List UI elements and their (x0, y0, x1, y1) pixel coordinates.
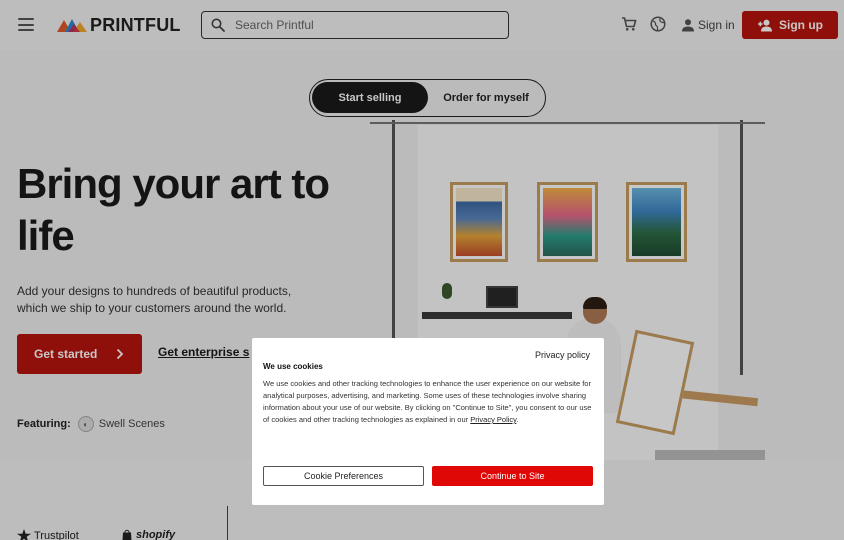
cookie-dialog-body: We use cookies and other tracking techno… (263, 378, 596, 426)
continue-to-site-button[interactable]: Continue to Site (432, 466, 593, 486)
cookie-dialog-title: We use cookies (263, 362, 323, 371)
cookie-consent-dialog: Privacy policy We use cookies We use coo… (252, 338, 604, 505)
cookie-preferences-button[interactable]: Cookie Preferences (263, 466, 424, 486)
cookie-body-text: We use cookies and other tracking techno… (263, 379, 592, 424)
inline-privacy-policy-link[interactable]: Privacy Policy (470, 415, 516, 424)
cookie-body-end: . (516, 415, 519, 424)
privacy-policy-link[interactable]: Privacy policy (535, 350, 590, 360)
